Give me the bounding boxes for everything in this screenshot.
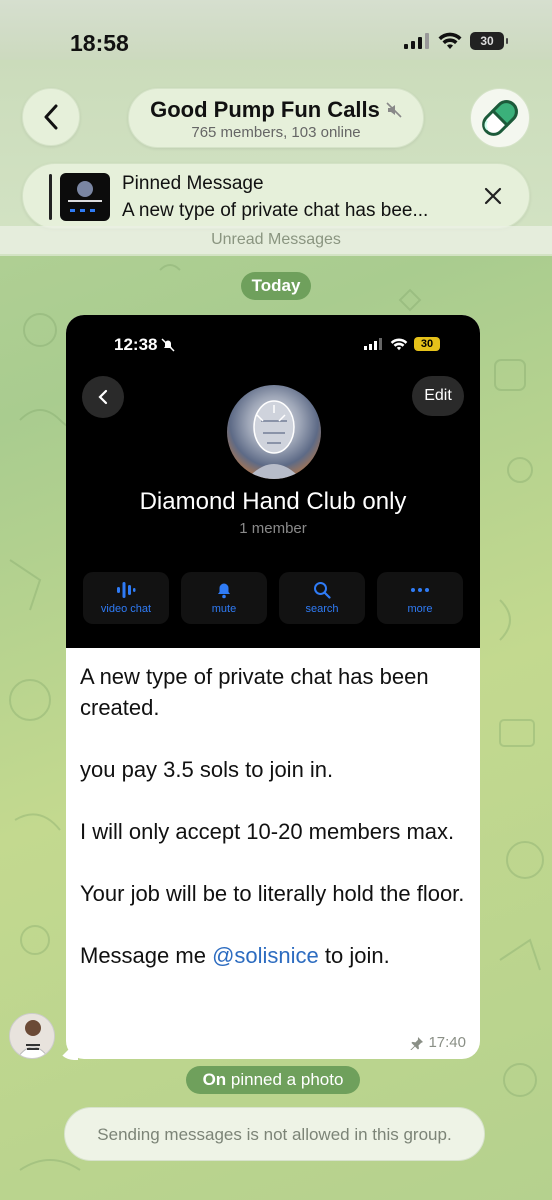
photo-status-time: 12:38 (114, 335, 176, 355)
chat-title: Good Pump Fun Calls (150, 97, 380, 122)
pinned-indicator (49, 174, 52, 220)
photo-action-video-chat: video chat (83, 572, 169, 624)
photo-status-icons: 30 (364, 337, 440, 351)
message-paragraph: A new type of private chat has been crea… (80, 664, 429, 720)
message-meta: 17:40 (410, 1034, 466, 1051)
photo-battery: 30 (414, 337, 440, 351)
search-icon (314, 582, 331, 599)
photo-group-avatar (227, 385, 321, 479)
voice-chat-icon (117, 582, 136, 598)
photo-action-more: more (377, 572, 463, 624)
messaging-disabled-notice: Sending messages is not allowed in this … (64, 1107, 485, 1161)
chevron-left-icon (44, 104, 58, 130)
back-button[interactable] (22, 88, 80, 146)
message-last-paragraph: Message me @solisnice to join. (80, 943, 390, 968)
wifi-icon (390, 337, 408, 350)
close-icon[interactable] (483, 186, 503, 206)
mention-link[interactable]: @solisnice (212, 943, 319, 968)
message-paragraph: you pay 3.5 sols to join in. (80, 757, 334, 782)
message-text: A new type of private chat has been crea… (80, 661, 470, 971)
pinned-thumbnail (60, 173, 110, 221)
message-paragraph: Your job will be to literally hold the f… (80, 881, 465, 906)
message-bubble[interactable]: 12:38 30 Edit Diamond Hand Club only 1 m… (66, 315, 480, 1059)
signal-icon (404, 33, 429, 49)
status-icons: 30 (404, 32, 508, 50)
pinned-title: Pinned Message (122, 173, 264, 194)
chat-subtitle: 765 members, 103 online (191, 124, 361, 141)
chevron-left-icon (98, 389, 108, 405)
photo-action-mute: mute (181, 572, 267, 624)
photo-edit-button: Edit (412, 376, 464, 416)
photo-action-row: video chat mute search more (83, 572, 463, 624)
more-icon (411, 588, 429, 592)
date-badge: Today (241, 272, 311, 300)
wifi-icon (438, 32, 462, 49)
signal-icon (364, 338, 382, 350)
pinned-preview: A new type of private chat has bee... (122, 200, 429, 221)
unread-messages-divider: Unread Messages (0, 226, 552, 254)
service-message: On pinned a photo (186, 1066, 360, 1094)
service-actor[interactable]: On (203, 1070, 227, 1089)
pinned-message-bar[interactable]: Pinned Message A new type of private cha… (22, 163, 530, 229)
pin-icon (410, 1036, 424, 1050)
bell-slash-icon (161, 338, 176, 352)
photo-member-count: 1 member (239, 520, 307, 537)
photo-group-name: Diamond Hand Club only (139, 488, 407, 515)
battery-indicator: 30 (470, 32, 508, 50)
chat-title-pill[interactable]: Good Pump Fun Calls 765 members, 103 onl… (128, 88, 424, 148)
message-time: 17:40 (428, 1034, 466, 1051)
pill-icon (482, 100, 518, 136)
photo-back-button (82, 376, 124, 418)
message-photo[interactable]: 12:38 30 Edit Diamond Hand Club only 1 m… (66, 315, 480, 648)
bell-icon (218, 583, 230, 599)
sender-avatar[interactable] (9, 1013, 55, 1059)
photo-action-search: search (279, 572, 365, 624)
muted-icon (386, 102, 402, 118)
message-paragraph: I will only accept 10-20 members max. (80, 819, 455, 844)
group-avatar[interactable] (470, 88, 530, 148)
status-time: 18:58 (70, 30, 129, 56)
